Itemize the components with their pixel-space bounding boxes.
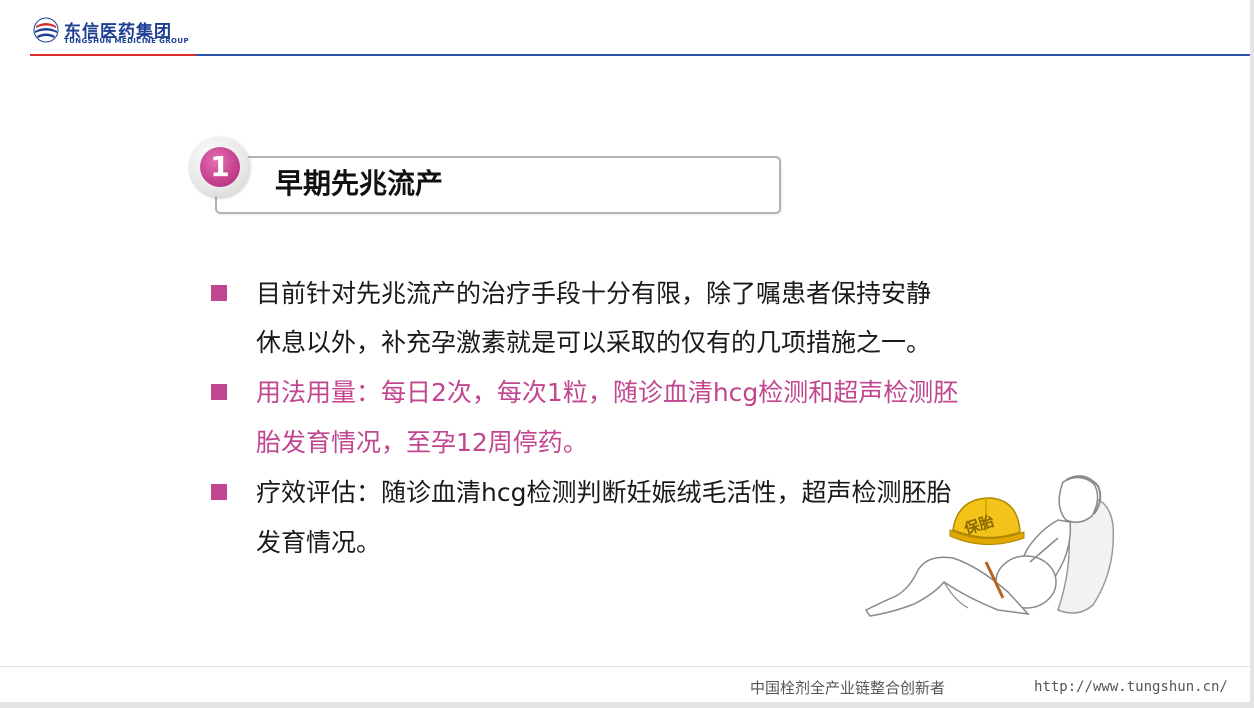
company-logo: 东信医药集团 TUNGSHUN MEDICINE GROUP (32, 16, 192, 48)
footer-slogan: 中国栓剂全产业链整合创新者 (750, 679, 946, 697)
footer-divider (0, 666, 1254, 667)
bullet-3-line-1: 疗效评估：随诊血清hcg检测判断妊娠绒毛活性，超声检测胚胎 (256, 478, 952, 507)
header: 东信医药集团 TUNGSHUN MEDICINE GROUP (0, 0, 1254, 56)
bullet-square-icon (211, 384, 227, 400)
tungshun-logo-icon (33, 17, 59, 43)
pregnant-woman-with-helmet-illustration (864, 475, 1115, 617)
bullet-square-icon (211, 484, 227, 500)
slide-right-edge (1250, 0, 1254, 708)
header-divider-blue (196, 54, 1254, 56)
section-title: 早期先兆流产 (275, 167, 444, 200)
bullet-2-line-2: 胎发育情况，至孕12周停药。 (256, 428, 588, 457)
slide: 东信医药集团 TUNGSHUN MEDICINE GROUP 1 早期先兆流产 … (0, 0, 1254, 708)
slide-bottom-edge (0, 702, 1254, 708)
bullet-square-icon (211, 285, 227, 301)
bullet-2-line-1: 用法用量：每日2次，每次1粒，随诊血清hcg检测和超声检测胚 (256, 378, 959, 407)
logo-english-name: TUNGSHUN MEDICINE GROUP (64, 37, 190, 45)
bullet-1-line-1: 目前针对先兆流产的治疗手段十分有限，除了嘱患者保持安静 (256, 279, 932, 308)
header-divider-red (30, 54, 196, 56)
section-number: 1 (200, 147, 240, 187)
bullet-3-line-2: 发育情况。 (256, 528, 382, 557)
bullet-1-line-2: 休息以外，补充孕激素就是可以采取的仅有的几项措施之一。 (256, 328, 932, 357)
footer-url-link[interactable]: http://www.tungshun.cn/ (1034, 679, 1228, 695)
